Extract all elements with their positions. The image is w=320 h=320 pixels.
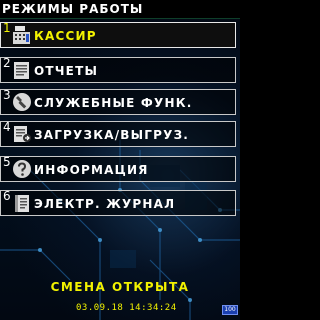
menu-item-number: 2 <box>3 56 11 70</box>
pos-terminal-screen: РЕЖИМЫ РАБОТЫ 1 КАССИР 2 ОТЧЕТЫ 3 СЛУЖЕБ… <box>0 0 240 320</box>
menu-item-number: 1 <box>3 21 11 35</box>
menu-item-label: КАССИР <box>34 29 97 43</box>
journal-icon <box>15 195 29 212</box>
screen-title: РЕЖИМЫ РАБОТЫ <box>2 2 144 16</box>
battery-percent: 100 <box>224 306 236 313</box>
menu-item-label: ОТЧЕТЫ <box>34 64 99 78</box>
menu-item-label: ИНФОРМАЦИЯ <box>34 163 149 177</box>
menu-item-reports[interactable]: 2 ОТЧЕТЫ <box>0 57 236 83</box>
screen-header: РЕЖИМЫ РАБОТЫ <box>0 0 240 19</box>
question-icon <box>13 160 31 178</box>
menu-item-number: 6 <box>3 189 11 203</box>
menu-item-cashier[interactable]: 1 КАССИР <box>0 22 236 48</box>
menu-item-electronic-journal[interactable]: 6 ЭЛЕКТР. ЖУРНАЛ <box>0 190 236 216</box>
menu-item-number: 5 <box>3 155 11 169</box>
menu-item-number: 4 <box>3 120 11 134</box>
menu-item-number: 3 <box>3 88 11 102</box>
upload-download-icon <box>14 126 31 142</box>
menu-item-label: ЗАГРУЗКА/ВЫГРУЗ. <box>34 128 190 142</box>
menu-item-information[interactable]: 5 ИНФОРМАЦИЯ <box>0 156 236 182</box>
cash-register-icon <box>13 26 30 44</box>
battery-indicator: 100 <box>222 305 238 315</box>
report-document-icon <box>14 62 29 79</box>
menu-item-label: ЭЛЕКТР. ЖУРНАЛ <box>34 197 176 211</box>
menu-item-upload-download[interactable]: 4 ЗАГРУЗКА/ВЫГРУЗ. <box>0 121 236 147</box>
menu-item-service-functions[interactable]: 3 СЛУЖЕБНЫЕ ФУНК. <box>0 89 236 115</box>
datetime-display: 03.09.18 14:34:24 <box>76 303 177 313</box>
wrench-icon <box>13 93 31 111</box>
shift-status: СМЕНА ОТКРЫТА <box>50 280 190 294</box>
menu-item-label: СЛУЖЕБНЫЕ ФУНК. <box>34 96 193 110</box>
